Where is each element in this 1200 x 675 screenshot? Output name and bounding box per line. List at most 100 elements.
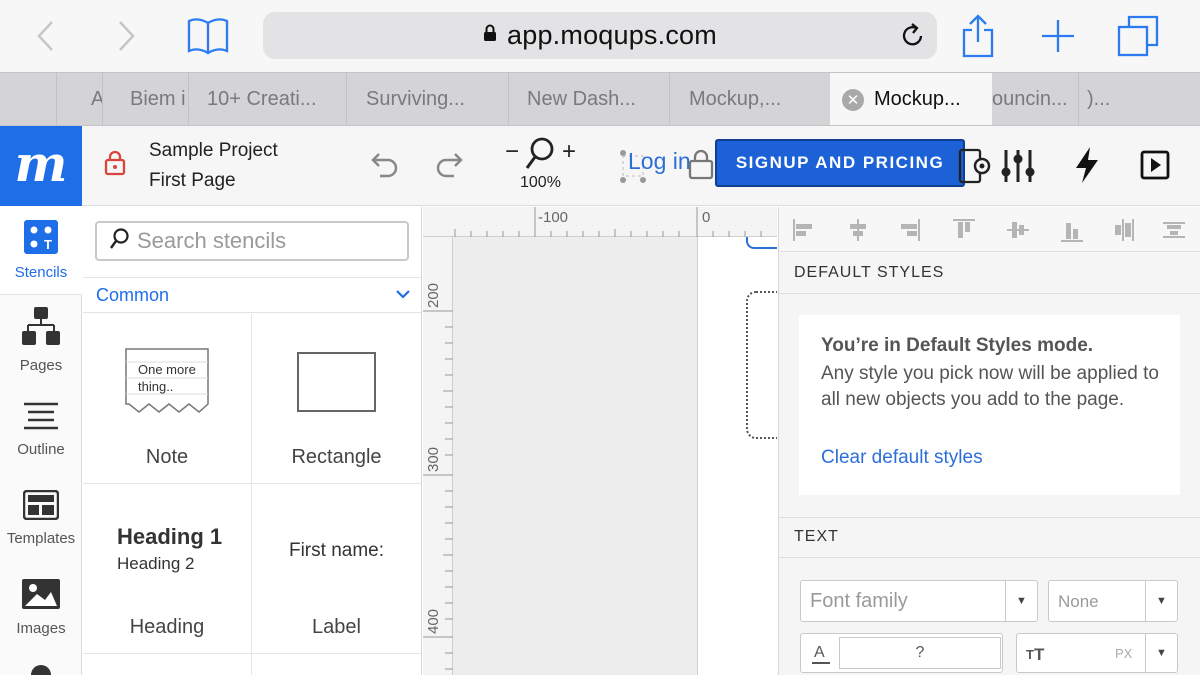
browser-tab[interactable]: A	[56, 73, 102, 125]
font-size-select[interactable]: TT PX ▼	[1016, 633, 1178, 673]
project-name[interactable]: Sample Project	[149, 140, 278, 162]
divider	[779, 293, 1200, 294]
dropdown-arrow-icon: ▼	[1145, 581, 1177, 621]
forward-button[interactable]	[104, 14, 148, 58]
new-tab-button[interactable]	[1036, 14, 1080, 58]
search-stencils-input[interactable]: Search stencils	[95, 221, 409, 261]
browser-tab[interactable]: Biem i	[102, 73, 188, 125]
chevron-right-icon	[119, 21, 135, 51]
default-styles-card: You’re in Default Styles mode. Any style…	[799, 315, 1180, 495]
bookmarks-button[interactable]	[186, 14, 230, 58]
browser-tab[interactable]: Surviving...	[346, 73, 508, 125]
svg-text:A: A	[814, 644, 825, 661]
browser-tab[interactable]: Mockup,...	[669, 73, 830, 125]
canvas[interactable]: -100 0 200 300 400	[423, 207, 777, 675]
book-icon	[187, 18, 229, 55]
templates-icon	[22, 489, 60, 524]
browser-tab[interactable]: 10+ Creati...	[188, 73, 346, 125]
address-bar[interactable]: app.moqups.com	[263, 12, 937, 59]
font-family-select[interactable]: Font family ▼	[800, 580, 1038, 622]
stencils-panel: Search stencils Common One more thing.. …	[83, 207, 422, 675]
sidebar-item-pages[interactable]: Pages	[0, 296, 82, 384]
tab-label: A	[91, 88, 102, 111]
sidebar-item-label: Images	[16, 619, 66, 637]
clear-default-styles-link[interactable]: Clear default styles	[821, 447, 983, 469]
default-styles-body: Any style you pick now will be applied t…	[821, 363, 1159, 410]
sidebar-item-outline[interactable]: Outline	[0, 385, 82, 473]
selected-shape[interactable]	[746, 237, 777, 249]
search-icon	[109, 227, 129, 255]
tab-label: Biem i	[130, 88, 186, 110]
heading1-preview: Heading 1	[117, 524, 223, 549]
default-styles-title: DEFAULT STYLES	[794, 264, 945, 281]
stencil-label: Heading	[129, 616, 205, 638]
tab-strip: A Biem i 10+ Creati... Surviving... New …	[0, 72, 1200, 126]
browser-tab-active[interactable]: ✕ Mockup...	[830, 73, 992, 125]
category-dropdown[interactable]: Common	[83, 277, 421, 313]
properties-panel: DEFAULT STYLES You’re in Default Styles …	[778, 207, 1200, 675]
label-preview: First name:	[288, 540, 385, 561]
tabs-overview-button[interactable]	[1116, 14, 1160, 58]
search-placeholder: Search stencils	[137, 228, 287, 253]
pages-icon	[22, 306, 60, 351]
sidebar-item-images[interactable]: Images	[0, 563, 82, 651]
ruler-label: 300	[425, 446, 443, 473]
sidebar-item-label: Templates	[6, 529, 76, 547]
preview-play-icon[interactable]	[1140, 150, 1170, 180]
rectangle-preview	[297, 352, 376, 412]
grid-divider	[251, 654, 252, 675]
svg-text:T: T	[1026, 647, 1034, 662]
adjustments-icon[interactable]	[1000, 148, 1036, 184]
font-style-select[interactable]: None ▼	[1048, 580, 1178, 622]
undo-icon[interactable]	[366, 150, 400, 180]
font-size-unit: PX	[1115, 646, 1133, 661]
sidebar-item-stencils[interactable]: T Stencils	[0, 207, 82, 295]
settings-icon[interactable]	[958, 146, 994, 186]
align-icons	[793, 219, 1185, 242]
page-area[interactable]	[697, 237, 777, 675]
chevron-left-icon	[37, 21, 53, 51]
browser-toolbar: app.moqups.com	[0, 0, 1200, 72]
svg-text:T: T	[44, 237, 52, 252]
default-styles-heading: You’re in Default Styles mode.	[821, 335, 1094, 356]
page-name[interactable]: First Page	[149, 170, 236, 192]
reload-icon[interactable]	[901, 22, 925, 53]
outline-icon	[24, 401, 58, 435]
zoom-in-button[interactable]: +	[562, 138, 576, 166]
text-color-picker[interactable]: A ?	[800, 633, 1003, 673]
stencil-heading[interactable]: Heading 1 Heading 2 Heading	[83, 484, 252, 654]
lightning-icon[interactable]	[1074, 146, 1100, 184]
sidebar-item-label: Outline	[17, 440, 65, 458]
text-color-icon: A	[811, 642, 831, 671]
zoom-out-button[interactable]: −	[505, 138, 519, 166]
stencil-label-item[interactable]: First name: Label	[252, 484, 421, 654]
close-tab-icon[interactable]: ✕	[842, 88, 864, 111]
share-button[interactable]	[956, 14, 1000, 58]
lock-icon	[483, 24, 497, 47]
back-button[interactable]	[24, 14, 68, 58]
login-link[interactable]: Log in	[628, 148, 691, 175]
ruler-label: 400	[425, 608, 443, 635]
browser-tab[interactable]: )...	[1078, 73, 1148, 125]
sidebar-item-label: Pages	[19, 356, 63, 374]
moqups-logo[interactable]: m	[0, 126, 82, 206]
signup-and-pricing-button[interactable]: SIGNUP AND PRICING	[715, 139, 965, 187]
browser-tab[interactable]	[26, 73, 56, 125]
project-lock-icon[interactable]	[104, 150, 126, 181]
sidebar-item-templates[interactable]: Templates	[0, 474, 82, 562]
zoom-icon[interactable]	[524, 136, 556, 172]
dropdown-arrow-icon: ▼	[1145, 634, 1177, 672]
browser-tab[interactable]: ouncin...	[992, 73, 1078, 125]
browser-tab[interactable]: New Dash...	[508, 73, 669, 125]
redo-icon[interactable]	[434, 150, 468, 180]
stencil-note[interactable]: One more thing.. Note	[83, 314, 252, 484]
lock-icon[interactable]	[688, 148, 714, 180]
font-style-value: None	[1058, 592, 1099, 611]
text-section-title: TEXT	[794, 528, 839, 545]
plus-icon	[1042, 20, 1074, 52]
logo-text: m	[14, 133, 68, 193]
dashed-shape[interactable]	[746, 291, 777, 439]
more-icon[interactable]	[31, 665, 51, 675]
stencil-rectangle[interactable]: Rectangle	[252, 314, 421, 484]
zoom-level[interactable]: 100%	[520, 174, 561, 192]
